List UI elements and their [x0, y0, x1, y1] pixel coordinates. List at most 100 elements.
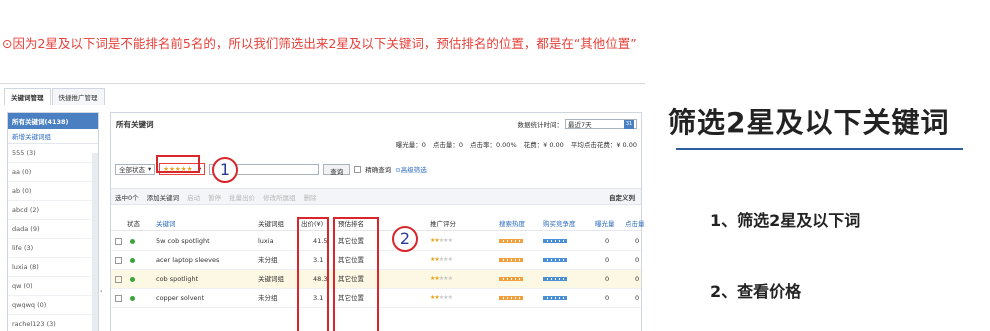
query-button[interactable]: 查询 — [323, 163, 351, 176]
right-panel-title: 筛选2星及以下关键词 — [668, 106, 950, 139]
clicks-cell: 0 — [635, 294, 640, 302]
col-keyword[interactable]: 关键词 — [156, 215, 176, 233]
panel-title: 所有关键词 — [116, 120, 154, 129]
col-status: 状态 — [127, 220, 140, 228]
keyword-group-sidebar: 所有关键词(4138) 新增关键词组 555 (3) aa (0) ab (0)… — [7, 112, 99, 331]
sidebar-scrollbar[interactable] — [92, 153, 98, 331]
col-clicks[interactable]: 点击量 — [625, 215, 645, 233]
enable-button[interactable]: 启动 — [187, 192, 200, 202]
search-heat-bar — [499, 277, 523, 281]
advanced-filter-link[interactable]: ⊙高级筛选 — [395, 164, 426, 174]
row-checkbox[interactable] — [115, 295, 122, 302]
sidebar-item[interactable]: 555 (3) — [8, 144, 98, 163]
group-cell: luxia — [258, 237, 274, 245]
stat-cost: 花费：¥ 0.00 — [523, 141, 564, 149]
col-competition[interactable]: 购买竞争度 — [543, 215, 576, 233]
calendar-icon[interactable]: 31 — [624, 119, 634, 129]
clicks-cell: 0 — [635, 237, 640, 245]
score-stars-icon: ★★★★★ — [430, 275, 453, 282]
sidebar-item[interactable]: rachel123 (3) — [8, 315, 98, 331]
search-heat-bar — [499, 258, 523, 262]
pause-button[interactable]: 暂停 — [208, 192, 221, 202]
step-1: 1、筛选2星及以下词 — [710, 211, 861, 230]
date-range-select[interactable]: 最近7天 31 — [565, 119, 637, 129]
clicks-cell: 0 — [635, 256, 640, 264]
row-checkbox[interactable] — [115, 238, 122, 245]
edit-group-button[interactable]: 修改所属组 — [263, 192, 296, 202]
score-stars-icon: ★★★★★ — [430, 256, 453, 263]
search-heat-bar — [499, 296, 523, 300]
batch-bid-button[interactable]: 批量出价 — [229, 192, 255, 202]
sidebar-item[interactable]: qwqwq (0) — [8, 296, 98, 315]
action-toolbar: 选中0个 添加关键词 启动 暂停 批量出价 修改所属组 删除 自定义列 — [111, 188, 641, 205]
stat-ctr: 点击率：0.00% — [469, 141, 517, 149]
sidebar-item[interactable]: dada (9) — [8, 220, 98, 239]
tab-quick-promotion[interactable]: 快捷推广管理 — [51, 88, 105, 105]
sidebar-item[interactable]: luxia (8) — [8, 258, 98, 277]
keyword-cell: 5w cob spotlight — [156, 237, 210, 245]
stat-clicks: 点击量：0 — [432, 141, 463, 149]
competition-bar — [543, 277, 567, 281]
group-cell: 未分组 — [258, 294, 278, 302]
stat-exposure: 曝光量：0 — [395, 141, 426, 149]
exposure-cell: 0 — [605, 294, 610, 302]
group-cell: 关键词组 — [258, 275, 284, 283]
status-dot-icon — [130, 258, 135, 263]
col-exposure[interactable]: 曝光量 — [595, 215, 615, 233]
search-heat-bar — [499, 239, 523, 243]
keyword-cell: cob spotlight — [156, 275, 199, 283]
customize-columns-button[interactable]: 自定义列 — [609, 192, 635, 202]
sidebar-item[interactable]: life (3) — [8, 239, 98, 258]
row-checkbox[interactable] — [115, 276, 122, 283]
keyword-cell: copper solvent — [156, 294, 205, 302]
select-count-dropdown[interactable]: 选中0个 — [115, 192, 139, 202]
clicks-cell: 0 — [635, 275, 640, 283]
keyword-cell: acer laptop sleeves — [156, 256, 220, 264]
sidebar-item[interactable]: abcd (2) — [8, 201, 98, 220]
exposure-cell: 0 — [605, 237, 610, 245]
stats-summary: 曝光量：0 点击量：0 点击率：0.00% 花费：¥ 0.00 平均点击花费：¥… — [396, 139, 637, 149]
status-select[interactable]: 全部状态 ▾ — [115, 163, 156, 175]
stats-range: 数据统计时间： 最近7天 31 — [517, 119, 637, 129]
chevron-down-icon: ▾ — [148, 165, 152, 173]
col-search-heat[interactable]: 搜索热度 — [499, 215, 525, 233]
status-dot-icon — [130, 239, 135, 244]
step-2: 2、查看价格 — [710, 282, 802, 301]
annotation-circle-1: 1 — [212, 157, 238, 183]
sidebar-item[interactable]: ab (0) — [8, 182, 98, 201]
title-underline — [676, 148, 963, 150]
rank-column-highlight — [333, 217, 379, 331]
exposure-cell: 0 — [605, 275, 610, 283]
sidebar-item[interactable]: qw (0) — [8, 277, 98, 296]
star-filter-highlight — [156, 155, 200, 173]
date-range-value: 最近7天 — [568, 121, 592, 129]
annotation-circle-2: 2 — [392, 226, 418, 252]
stats-range-label: 数据统计时间： — [517, 121, 564, 129]
status-dot-icon — [130, 296, 135, 301]
score-stars-icon: ★★★★★ — [430, 294, 453, 301]
exact-query-label: 精确查询 — [365, 166, 392, 174]
group-cell: 未分组 — [258, 256, 278, 264]
competition-bar — [543, 239, 567, 243]
sidebar-item[interactable]: aa (0) — [8, 163, 98, 182]
status-dot-icon — [130, 277, 135, 282]
competition-bar — [543, 258, 567, 262]
status-select-value: 全部状态 — [119, 166, 145, 174]
new-group-link[interactable]: 新增关键词组 — [8, 129, 98, 144]
score-stars-icon: ★★★★★ — [430, 237, 453, 244]
col-group: 关键词组 — [258, 220, 284, 228]
sidebar-all-keywords[interactable]: 所有关键词(4138) — [8, 113, 98, 129]
instruction-note: ⊙因为2星及以下词是不能排名前5名的，所以我们筛选出来2星及以下关键词，预估排名… — [2, 36, 637, 51]
exact-query-checkbox[interactable] — [354, 165, 362, 173]
competition-bar — [543, 296, 567, 300]
app-screenshot: 关键词管理 快捷推广管理 所有关键词(4138) 新增关键词组 555 (3) … — [0, 83, 645, 331]
bid-column-highlight — [297, 217, 329, 331]
stat-avg-cpc: 平均点击花费：¥ 0.00 — [570, 141, 637, 149]
row-checkbox[interactable] — [115, 257, 122, 264]
delete-button[interactable]: 删除 — [304, 192, 317, 202]
add-keyword-button[interactable]: 添加关键词 — [147, 192, 180, 202]
exposure-cell: 0 — [605, 256, 610, 264]
tab-keyword-management[interactable]: 关键词管理 — [4, 88, 51, 105]
top-tabs: 关键词管理 快捷推广管理 — [4, 88, 106, 105]
collapse-sidebar-icon[interactable]: ‹ — [100, 288, 102, 295]
